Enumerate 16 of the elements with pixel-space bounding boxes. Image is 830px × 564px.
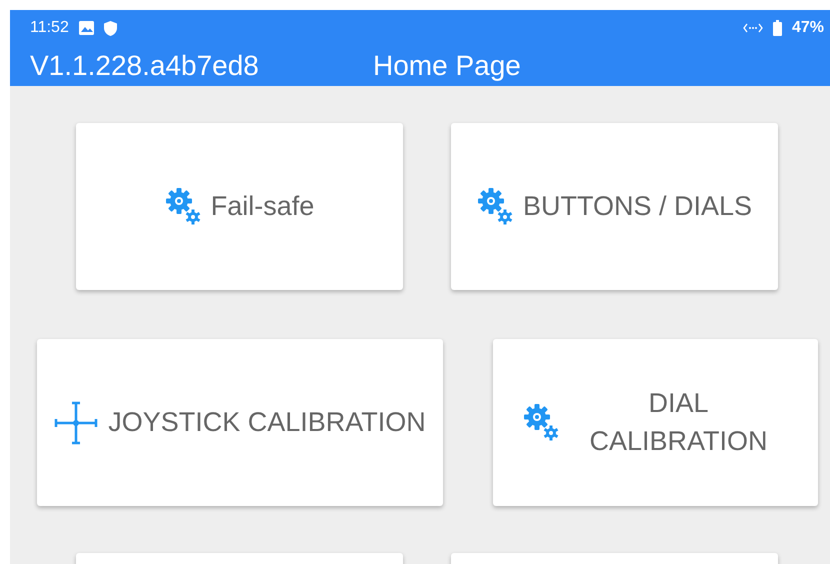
page-title: Home Page xyxy=(373,50,521,82)
battery-icon xyxy=(772,20,782,36)
menu-card[interactable]: DIAL CALIBRATION xyxy=(493,339,818,506)
crosshair-icon xyxy=(54,400,98,444)
menu-card[interactable]: JOYSTICK CALIBRATION xyxy=(37,339,443,506)
clock-time: 11:52 xyxy=(30,19,69,37)
image-icon xyxy=(78,21,94,35)
version-label: V1.1.228.a4b7ed8 xyxy=(30,50,260,82)
battery-percentage: 47% xyxy=(792,19,824,37)
gears-icon xyxy=(476,186,513,226)
gears-icon xyxy=(522,402,558,442)
menu-card[interactable]: Fail-safe xyxy=(76,123,403,290)
shield-icon xyxy=(104,20,117,36)
menu-card[interactable]: BUTTONS / DIALS xyxy=(451,123,778,290)
data-transfer-icon xyxy=(742,23,763,33)
gears-icon xyxy=(164,186,201,226)
